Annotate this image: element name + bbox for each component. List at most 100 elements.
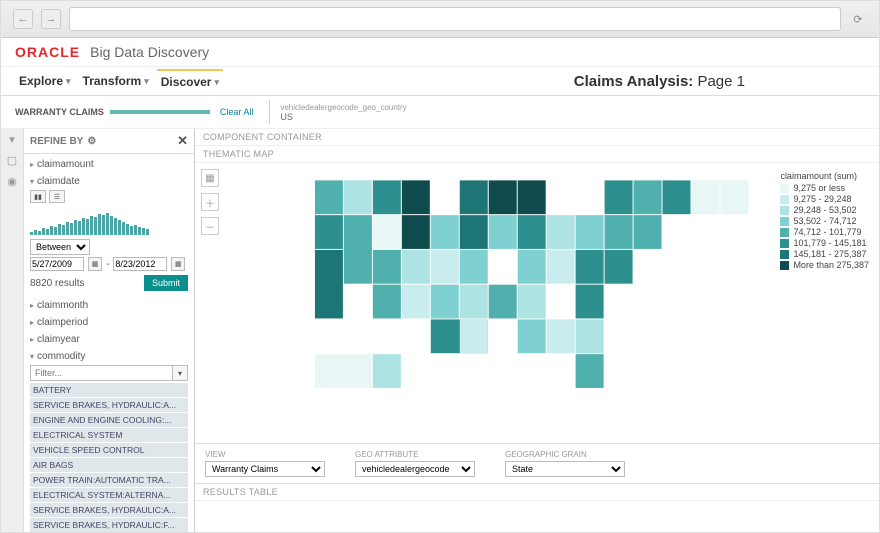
filter-icon[interactable]: ▾ [9,133,15,146]
chevron-down-icon[interactable]: ▾ [173,365,188,381]
facet-claimamount[interactable]: ▸claimamount [30,158,188,171]
state-GA[interactable] [547,319,575,353]
state-AR[interactable] [460,285,488,319]
state-WY[interactable] [373,215,401,249]
state-LA[interactable] [460,319,488,353]
url-bar[interactable] [69,7,841,31]
commodity-item[interactable]: SERVICE BRAKES, HYDRAULIC:A... [30,503,188,517]
date-to-input[interactable] [113,257,167,271]
breadcrumb-filter[interactable]: vehicledealergeocode_geo_country US [269,100,416,124]
state-KY[interactable] [518,250,546,284]
state-HI[interactable] [373,354,401,388]
commodity-item[interactable]: SERVICE BRAKES, HYDRAULIC:F... [30,518,188,532]
state-SC[interactable] [576,319,604,353]
view-select[interactable]: Warranty Claims [205,461,325,477]
state-ID[interactable] [344,180,372,214]
clear-all-link[interactable]: Clear All [220,107,254,117]
list-mode-icon[interactable]: ☰ [49,190,65,203]
grid-icon[interactable]: ▦ [201,169,219,187]
state-AK[interactable] [315,354,372,388]
state-OK[interactable] [431,285,459,319]
forward-arrow-icon[interactable]: → [41,9,61,29]
state-SD[interactable] [402,215,430,249]
geo-attr-select[interactable]: vehicledealergeocode [355,461,475,477]
state-VA[interactable] [576,250,604,284]
state-CO[interactable] [402,250,430,284]
left-rail: ▾ ▢ ◉ [1,129,24,532]
legend-row: 9,275 - 29,248 [780,194,869,205]
gear-icon[interactable]: ⚙ [87,136,96,147]
tab-transform[interactable]: Transform▾ [79,70,153,92]
state-IA[interactable] [460,215,488,249]
state-WV[interactable] [547,250,575,284]
state-NH[interactable] [691,180,719,214]
commodity-item[interactable]: AIR BAGS [30,458,188,472]
state-MT[interactable] [373,180,401,214]
state-CT[interactable] [634,215,662,249]
state-NC[interactable] [576,285,604,319]
state-MA[interactable] [634,180,662,214]
state-OH[interactable] [547,215,575,249]
state-NV[interactable] [344,215,372,284]
state-AZ[interactable] [373,285,401,319]
state-NM[interactable] [402,285,430,319]
state-FL[interactable] [576,354,604,388]
legend-row: 101,779 - 145,181 [780,238,869,249]
facet-commodity[interactable]: ▾commodity [30,350,188,363]
state-MO[interactable] [460,250,488,284]
commodity-filter-input[interactable] [30,365,173,381]
histogram-mode-icon[interactable]: ▮▮ [30,190,46,203]
commodity-item[interactable]: SERVICE BRAKES, HYDRAULIC:A... [30,398,188,412]
state-MD[interactable] [605,250,633,284]
zoom-out-icon[interactable]: － [201,217,219,235]
commodity-item[interactable]: ELECTRICAL SYSTEM:ALTERNA... [30,488,188,502]
state-VT[interactable] [663,180,691,214]
state-WI[interactable] [489,180,517,214]
state-IL[interactable] [489,215,517,249]
state-ND[interactable] [402,180,430,214]
date-operator-select[interactable]: Between [30,239,90,255]
facet-claimyear[interactable]: ▸claimyear [30,333,188,346]
state-AL[interactable] [518,319,546,353]
view-bar: VIEWWarranty Claims GEO ATTRIBUTEvehicle… [195,443,879,484]
state-MS[interactable] [489,285,517,319]
state-ME[interactable] [720,180,748,214]
bookmark-icon[interactable]: ▢ [7,154,17,167]
state-MI[interactable] [518,180,546,214]
state-TN[interactable] [518,285,546,319]
state-CA[interactable] [315,250,343,319]
state-NE[interactable] [431,215,459,249]
state-OR[interactable] [315,215,343,249]
commodity-item[interactable]: POWER TRAIN:AUTOMATIC TRA... [30,473,188,487]
date-from-input[interactable] [30,257,84,271]
submit-button[interactable]: Submit [144,275,188,291]
state-PA[interactable] [576,215,604,249]
commodity-item[interactable]: ENGINE AND ENGINE COOLING:... [30,413,188,427]
tab-discover[interactable]: Discover▾ [157,69,223,93]
close-icon[interactable]: ✕ [177,133,188,149]
state-KS[interactable] [431,250,459,284]
facet-claimperiod[interactable]: ▸claimperiod [30,316,188,329]
tab-explore[interactable]: Explore▾ [15,70,75,92]
state-IN[interactable] [518,215,546,249]
commodity-item[interactable]: ELECTRICAL SYSTEM [30,428,188,442]
state-UT[interactable] [373,250,401,284]
state-MN[interactable] [460,180,488,214]
state-WA[interactable] [315,180,343,214]
back-arrow-icon[interactable]: ← [13,9,33,29]
grain-select[interactable]: State [505,461,625,477]
zoom-in-icon[interactable]: ＋ [201,193,219,211]
commodity-item[interactable]: VEHICLE SPEED CONTROL [30,443,188,457]
calendar-icon[interactable]: ▦ [171,257,185,271]
state-NY[interactable] [605,180,633,214]
facet-claimmonth[interactable]: ▸claimmonth [30,299,188,312]
calendar-icon[interactable]: ▦ [88,257,102,271]
commodity-item[interactable]: BATTERY [30,383,188,397]
us-map[interactable] [195,163,879,443]
refresh-icon[interactable]: ⟳ [849,10,867,28]
camera-icon[interactable]: ◉ [7,175,17,188]
facet-claimdate[interactable]: ▾claimdate [30,175,188,188]
state-NJ[interactable] [605,215,633,249]
results-count: 8820 results [30,278,84,289]
breadcrumb: WARRANTY CLAIMS Clear All vehicledealerg… [1,96,879,129]
